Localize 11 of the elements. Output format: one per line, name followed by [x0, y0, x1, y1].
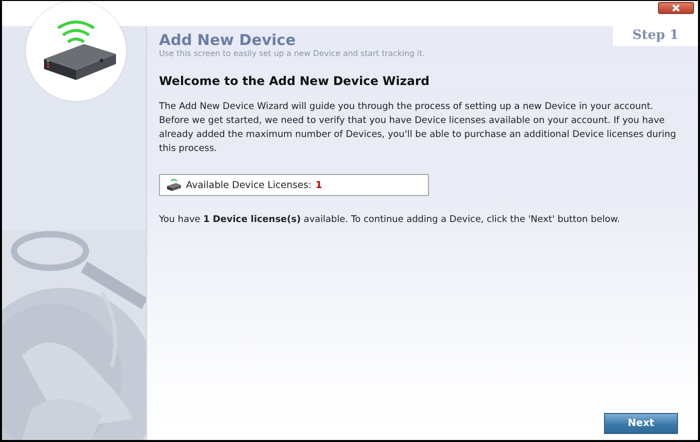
close-button[interactable]	[658, 2, 694, 14]
status-text: You have 1 Device license(s) available. To continue adding a Device, click the 'Next' button below.	[159, 214, 621, 225]
license-label: Available Device Licenses:	[186, 180, 312, 190]
page-subtitle: Use this screen to easily set up a new Device and start tracking it.	[159, 49, 425, 58]
step-label: Step 1	[613, 26, 698, 46]
next-button[interactable]: Next	[604, 413, 678, 434]
device-icon	[166, 178, 182, 192]
license-count: 1	[316, 180, 322, 190]
page-title: Add New Device	[159, 32, 297, 48]
wizard-heading: Welcome to the Add New Device Wizard	[159, 74, 430, 88]
intro-paragraph: The Add New Device Wizard will guide you through the process of setting up a new Device in your account. Before we get started, we need to verify that you have Device licenses available on your account. If you have already added the maximum number of Devices, you'll be able to purchase an additional Device licenses during this process.	[159, 100, 678, 156]
